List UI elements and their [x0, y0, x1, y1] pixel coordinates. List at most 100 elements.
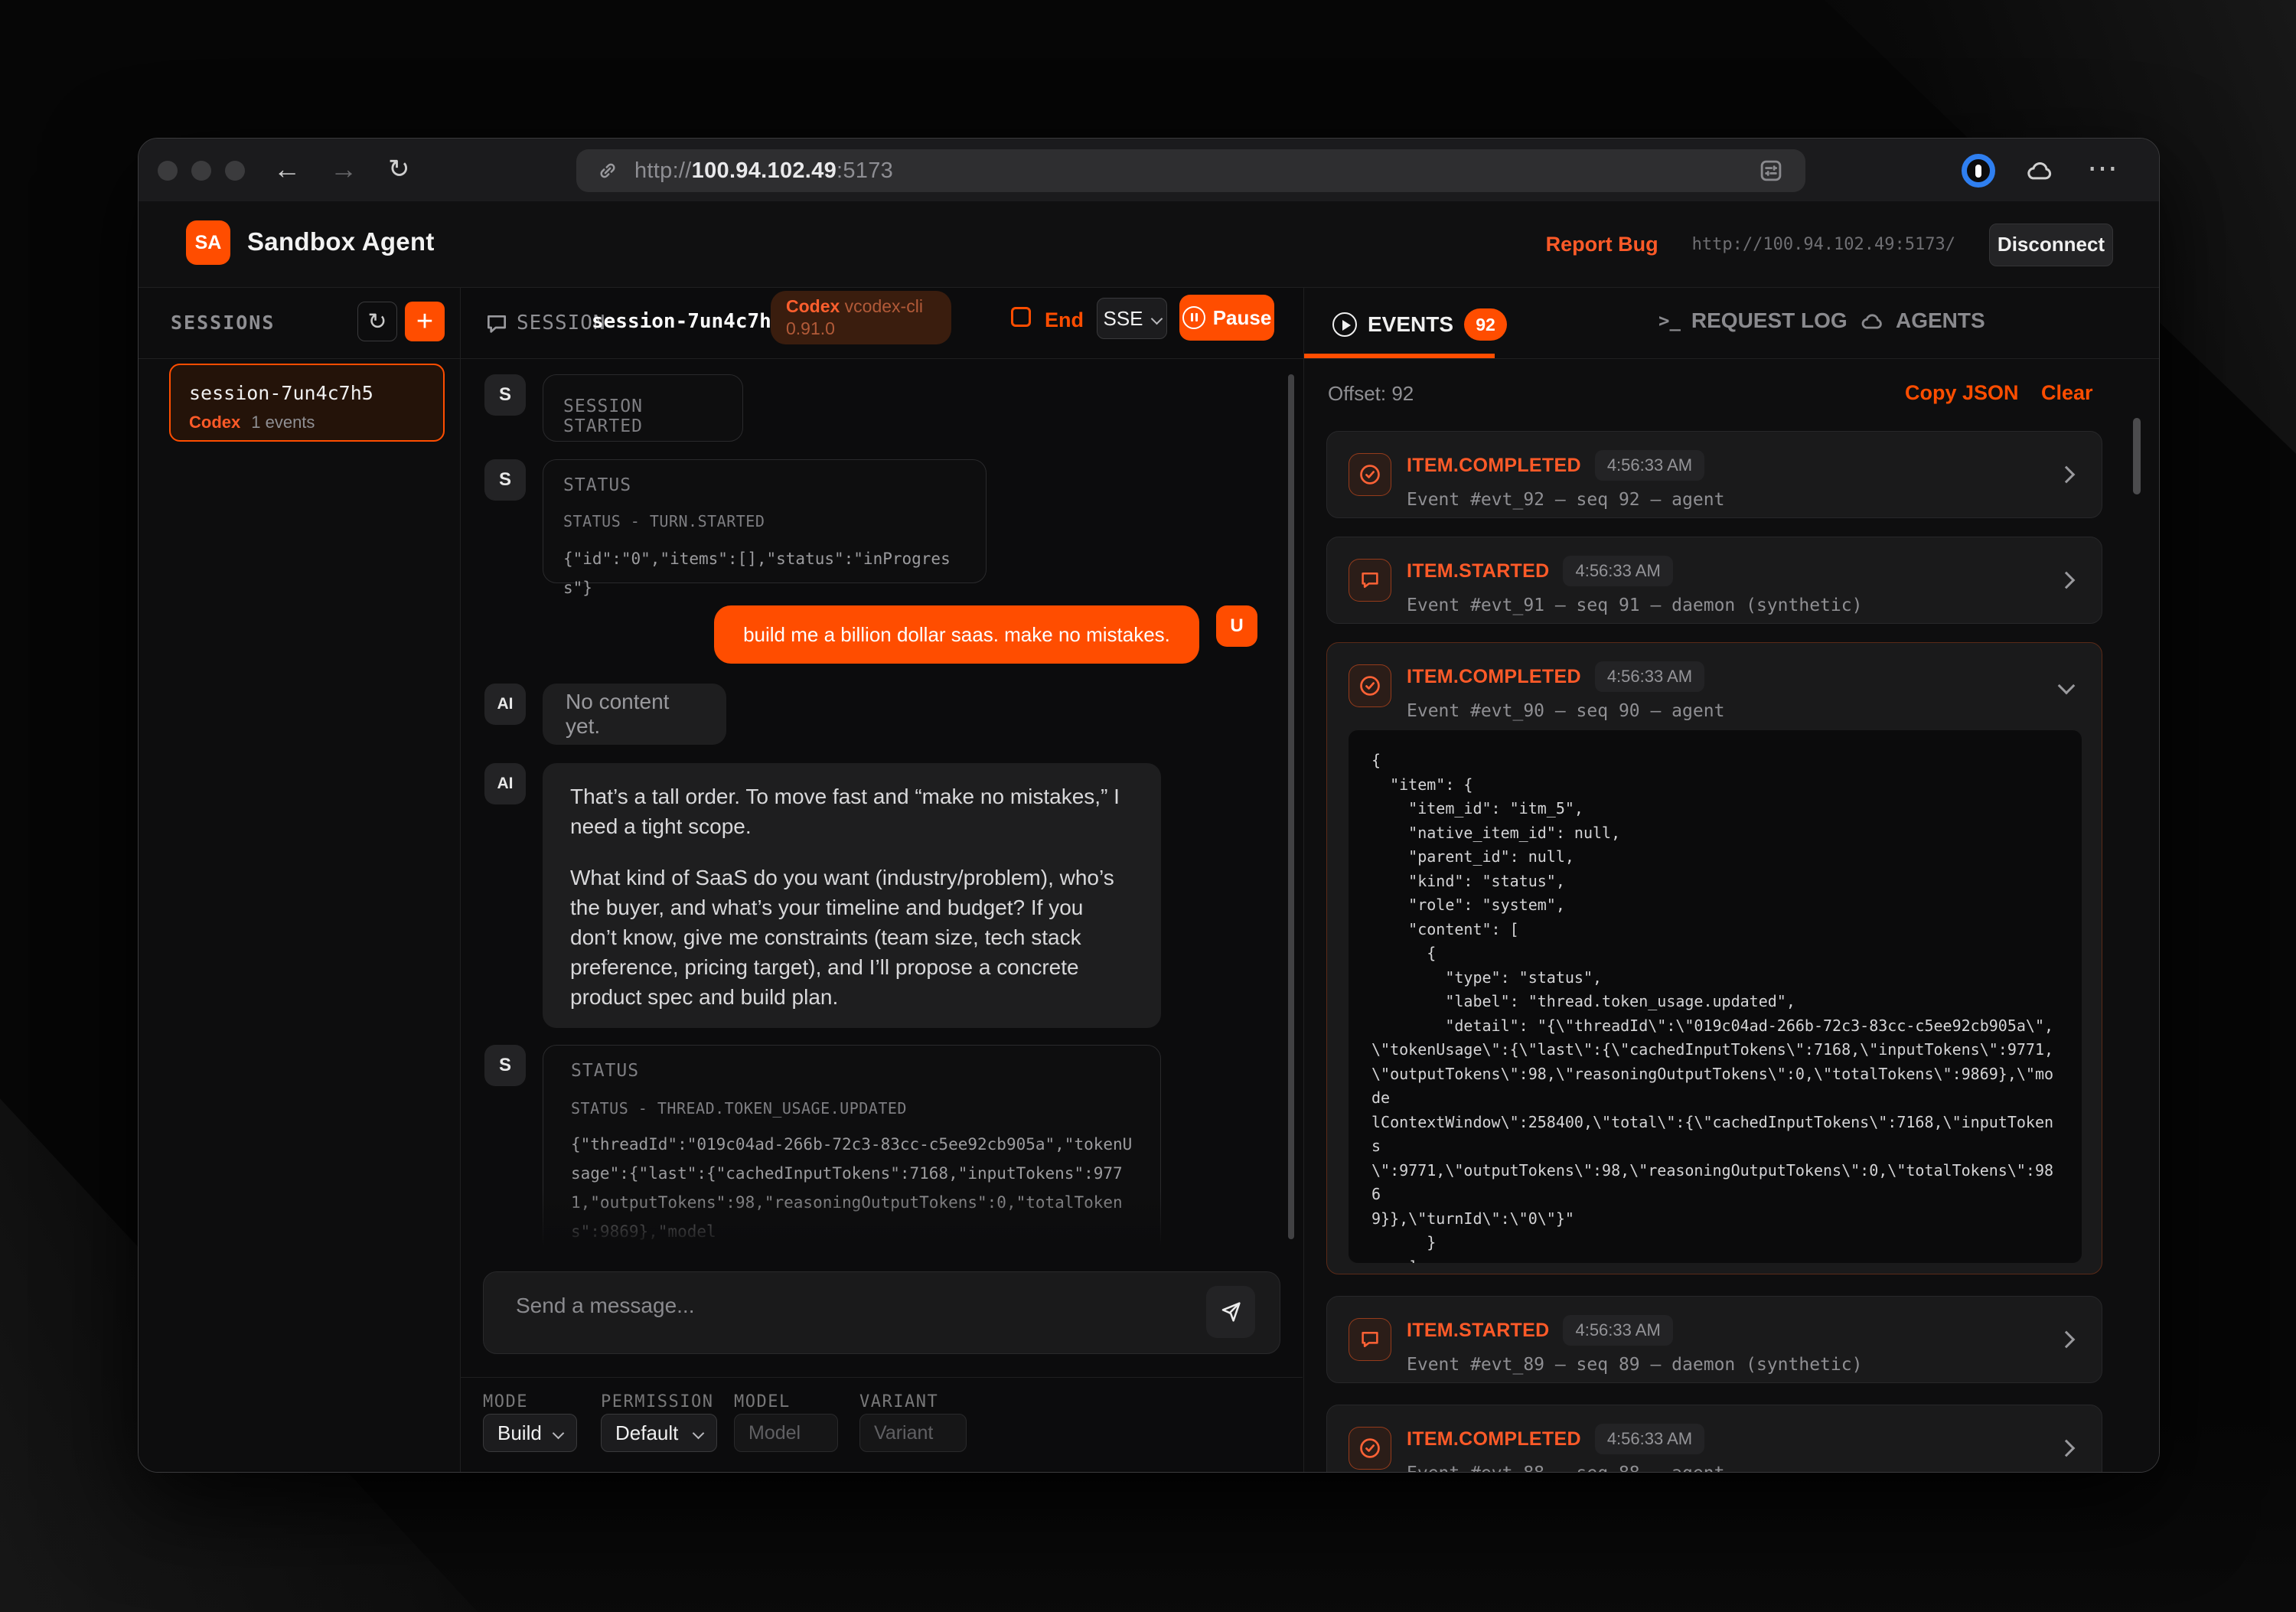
- transport-select[interactable]: SSE: [1097, 298, 1167, 339]
- back-button[interactable]: ←: [273, 152, 301, 186]
- message-composer: [483, 1271, 1280, 1354]
- new-session-button[interactable]: +: [405, 302, 445, 341]
- event-card[interactable]: ITEM.STARTED4:56:33 AM Event #evt_91 – s…: [1326, 537, 2102, 624]
- message-input[interactable]: [514, 1292, 1176, 1341]
- browser-menu-icon[interactable]: ⋯: [2087, 151, 2119, 186]
- message-title: STATUS: [571, 1061, 1133, 1081]
- badge-cli: vcodex-cli: [840, 296, 923, 316]
- variant-field-wrap: [859, 1414, 967, 1452]
- chat-bottom-fade: [461, 1190, 1303, 1255]
- page-settings-icon[interactable]: [1756, 156, 1786, 185]
- end-checkbox[interactable]: [1011, 307, 1031, 327]
- app-header: SA Sandbox Agent Report Bug http://100.9…: [139, 201, 2159, 288]
- ai-message-paragraph: That’s a tall order. To move fast and “m…: [570, 782, 1133, 841]
- disconnect-button[interactable]: Disconnect: [1989, 224, 2113, 266]
- send-icon: [1218, 1300, 1243, 1324]
- forward-button[interactable]: →: [330, 152, 357, 186]
- agents-cloud-icon: [1859, 310, 1885, 331]
- tab-events[interactable]: EVENTS 92: [1332, 308, 1507, 341]
- url-port: :5173: [837, 158, 893, 183]
- event-type: ITEM.STARTED: [1407, 1320, 1549, 1342]
- event-type: ITEM.COMPLETED: [1407, 666, 1581, 688]
- url-text: http://100.94.102.49:5173: [634, 158, 893, 184]
- event-card[interactable]: ITEM.COMPLETED4:56:33 AM Event #evt_92 –…: [1326, 431, 2102, 518]
- model-field-wrap: [734, 1414, 838, 1452]
- send-button[interactable]: [1206, 1286, 1255, 1338]
- traffic-light-minimize[interactable]: [191, 161, 211, 181]
- sessions-panel-title: SESSIONS: [171, 312, 275, 334]
- sidebar-divider: [460, 288, 461, 1472]
- badge-provider: Codex: [786, 296, 840, 316]
- desktop-background: ← → ↻ http://100.94.102.49:5173: [0, 0, 2296, 1612]
- check-circle-icon: [1349, 453, 1391, 496]
- pause-button[interactable]: Pause: [1179, 295, 1274, 341]
- model-input[interactable]: [735, 1415, 837, 1451]
- user-message: build me a billion dollar saas. make no …: [714, 605, 1199, 664]
- agent-version-badge: Codex vcodex-cli0.91.0: [771, 291, 951, 344]
- badge-version: 0.91.0: [786, 318, 835, 338]
- refresh-icon: ↻: [367, 308, 386, 335]
- chevron-down-icon: [693, 1427, 705, 1439]
- event-summary: Event #evt_91 – seq 91 – daemon (synthet…: [1407, 596, 1862, 615]
- chat-bubble-icon: [484, 311, 509, 335]
- mode-select[interactable]: Build: [483, 1414, 577, 1452]
- session-item-name: session-7un4c7h5: [189, 382, 373, 404]
- message-title: SESSION STARTED: [563, 396, 722, 436]
- message-no-content: No content yet.: [543, 684, 726, 745]
- connected-url: http://100.94.102.49:5173/: [1692, 235, 1955, 254]
- event-json: { "item": { "item_id": "itm_5", "native_…: [1371, 749, 2059, 1263]
- check-circle-icon: [1349, 664, 1391, 707]
- pause-icon: [1182, 306, 1205, 329]
- event-card[interactable]: ITEM.COMPLETED4:56:33 AM Event #evt_88 –…: [1326, 1405, 2102, 1473]
- ai-message-paragraph: What kind of SaaS do you want (industry/…: [570, 863, 1133, 1012]
- chevron-down-icon: [2058, 677, 2076, 695]
- events-count-badge: 92: [1464, 308, 1507, 341]
- traffic-light-close[interactable]: [158, 161, 178, 181]
- message-status-turn-started: STATUS STATUS - TURN.STARTED {"id":"0","…: [543, 459, 987, 583]
- clear-events-button[interactable]: Clear: [2041, 381, 2093, 405]
- traffic-light-zoom[interactable]: [225, 161, 245, 181]
- end-label[interactable]: End: [1045, 308, 1084, 332]
- message-text: No content yet.: [566, 690, 703, 739]
- user-avatar: U: [1216, 605, 1257, 647]
- event-json-block: { "item": { "item_id": "itm_5", "native_…: [1349, 730, 2082, 1263]
- variant-input[interactable]: [860, 1415, 966, 1451]
- reload-button[interactable]: ↻: [388, 152, 410, 186]
- chat-scrollbar[interactable]: [1288, 374, 1294, 1239]
- tab-agents-label: AGENTS: [1896, 308, 1985, 333]
- tab-agents[interactable]: AGENTS: [1859, 308, 1985, 333]
- copy-json-button[interactable]: Copy JSON: [1905, 381, 2019, 405]
- header-divider: [139, 358, 2159, 359]
- chevron-right-icon: [2058, 466, 2076, 484]
- ai-message: That’s a tall order. To move fast and “m…: [543, 763, 1161, 1028]
- message-bubble-icon: [1349, 559, 1391, 602]
- message-title: STATUS: [563, 475, 966, 495]
- tab-request-log[interactable]: >_ REQUEST LOG: [1658, 308, 1848, 333]
- cloud-icon[interactable]: [2024, 157, 2055, 183]
- mode-label: MODE: [483, 1392, 528, 1411]
- events-scrollbar[interactable]: [2133, 418, 2141, 494]
- session-list-item[interactable]: session-7un4c7h5 Codex1 events: [169, 364, 445, 442]
- event-type: ITEM.COMPLETED: [1407, 1428, 1581, 1450]
- ai-avatar: AI: [484, 763, 526, 804]
- app-logo: SA: [186, 220, 230, 265]
- play-circle-icon: [1332, 312, 1357, 337]
- event-card[interactable]: ITEM.STARTED4:56:33 AM Event #evt_89 – s…: [1326, 1296, 2102, 1383]
- event-time: 4:56:33 AM: [1595, 450, 1704, 481]
- app-title: Sandbox Agent: [247, 227, 435, 256]
- browser-window: ← → ↻ http://100.94.102.49:5173: [138, 138, 2160, 1473]
- report-bug-link[interactable]: Report Bug: [1546, 233, 1658, 256]
- event-summary: Event #evt_90 – seq 90 – agent: [1407, 701, 1724, 721]
- chevron-down-icon: [553, 1427, 565, 1439]
- chevron-right-icon: [2058, 1440, 2076, 1457]
- event-card-expanded[interactable]: ITEM.COMPLETED4:56:33 AM Event #evt_90 –…: [1326, 642, 2102, 1274]
- password-manager-icon[interactable]: [1962, 154, 1995, 188]
- link-icon: [596, 159, 619, 182]
- address-bar[interactable]: http://100.94.102.49:5173: [576, 149, 1805, 192]
- event-type: ITEM.STARTED: [1407, 560, 1549, 582]
- chevron-down-icon: [1150, 312, 1163, 325]
- refresh-sessions-button[interactable]: ↻: [357, 302, 397, 341]
- permission-select[interactable]: Default: [601, 1414, 717, 1452]
- message-bubble-icon: [1349, 1318, 1391, 1361]
- system-avatar: S: [484, 1045, 526, 1086]
